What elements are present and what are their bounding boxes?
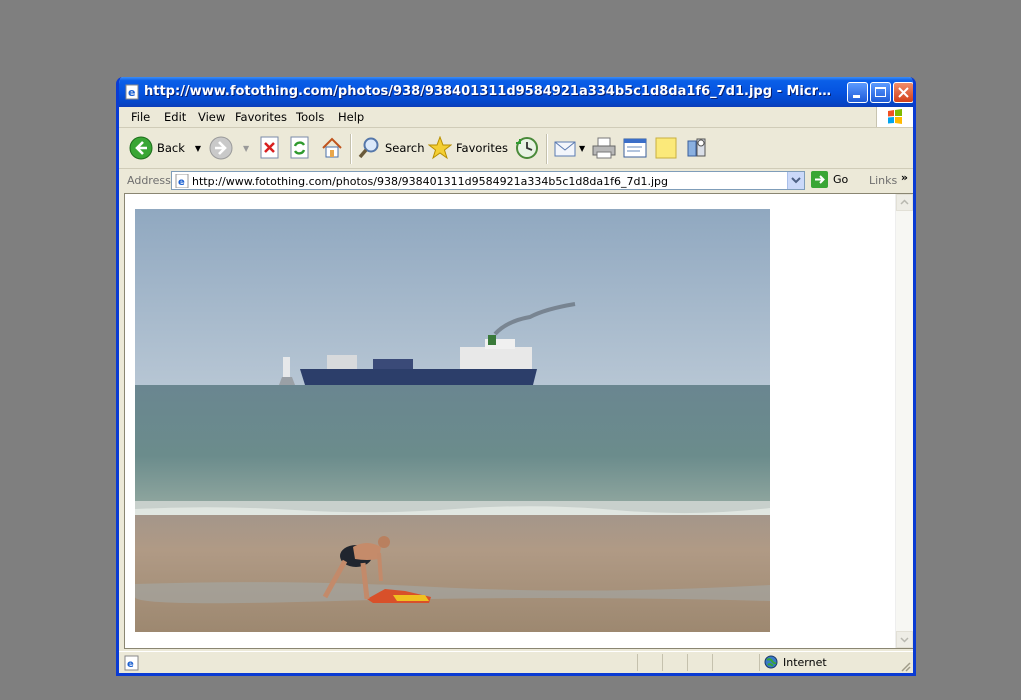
- go-arrow-icon: [811, 171, 828, 188]
- back-button[interactable]: Back ▼: [129, 134, 201, 162]
- menu-favorites[interactable]: Favorites: [235, 110, 287, 124]
- print-icon: [592, 137, 616, 159]
- page-content: [124, 193, 913, 649]
- close-button[interactable]: [893, 82, 913, 103]
- windows-logo-icon: [876, 107, 913, 127]
- favorites-button[interactable]: Favorites: [428, 134, 508, 162]
- page-icon: e: [175, 174, 189, 188]
- home-icon: [322, 137, 342, 158]
- search-icon: [358, 137, 379, 159]
- menu-view[interactable]: View: [198, 110, 225, 124]
- forward-button[interactable]: ▼: [209, 134, 249, 162]
- back-label: Back: [157, 141, 185, 155]
- history-icon: [516, 137, 538, 159]
- menu-help[interactable]: Help: [338, 110, 364, 124]
- mail-button[interactable]: ▼: [553, 134, 585, 162]
- standard-toolbar: Back ▼ ▼ Search Favorites ▼: [119, 128, 913, 169]
- forward-dropdown-icon[interactable]: ▼: [243, 144, 249, 153]
- svg-text:e: e: [128, 86, 135, 99]
- more-chevron-icon[interactable]: »: [901, 171, 908, 184]
- edit-page-icon: [623, 138, 647, 158]
- status-panel: [687, 654, 688, 671]
- note-icon: [655, 137, 677, 159]
- menu-edit[interactable]: Edit: [164, 110, 186, 124]
- menu-bar: File Edit View Favorites Tools Help: [119, 107, 913, 128]
- chevron-down-icon: [900, 637, 909, 643]
- toolbar-separator: [546, 134, 548, 164]
- stop-icon: [260, 136, 279, 159]
- address-bar: Address e http://www.fotothing.com/photo…: [119, 169, 913, 191]
- forward-arrow-icon: [209, 136, 233, 160]
- research-icon: [687, 138, 706, 157]
- zone-label: Internet: [783, 655, 827, 669]
- status-panel: [759, 654, 760, 671]
- search-button[interactable]: Search: [357, 134, 425, 162]
- back-dropdown-icon[interactable]: ▼: [195, 144, 201, 153]
- refresh-button[interactable]: [289, 134, 311, 162]
- address-url[interactable]: http://www.fotothing.com/photos/938/9384…: [192, 175, 668, 188]
- title-bar[interactable]: e http://www.fotothing.com/photos/938/93…: [119, 77, 913, 107]
- favorites-star-icon: [428, 136, 452, 160]
- page-status-icon: e: [124, 655, 139, 671]
- globe-icon: [764, 655, 778, 669]
- links-toolbar[interactable]: Links: [869, 174, 897, 187]
- research-button[interactable]: [685, 134, 711, 162]
- toolbar-separator: [350, 134, 352, 164]
- refresh-icon: [290, 136, 309, 159]
- mail-dropdown-icon[interactable]: ▼: [579, 144, 585, 153]
- browser-window: e http://www.fotothing.com/photos/938/93…: [116, 77, 916, 676]
- chevron-down-icon: [791, 177, 801, 184]
- scroll-up-button[interactable]: [896, 194, 913, 211]
- address-label: Address: [127, 174, 171, 187]
- go-label: Go: [833, 173, 849, 186]
- chevron-up-icon: [900, 199, 909, 205]
- beach-photo: [135, 209, 770, 632]
- print-button[interactable]: [591, 134, 617, 162]
- stop-button[interactable]: [259, 134, 281, 162]
- status-bar: e Internet: [119, 651, 913, 673]
- ie-page-icon: e: [125, 84, 139, 100]
- status-panel: [662, 654, 663, 671]
- back-arrow-icon: [129, 136, 153, 160]
- resize-grip-icon[interactable]: [899, 660, 911, 672]
- status-panel: [637, 654, 638, 671]
- favorites-label: Favorites: [456, 141, 508, 155]
- status-panel: [712, 654, 713, 671]
- discuss-button[interactable]: [654, 134, 678, 162]
- home-button[interactable]: [320, 134, 344, 162]
- svg-text:e: e: [127, 659, 134, 670]
- maximize-button[interactable]: [870, 82, 891, 103]
- search-label: Search: [385, 141, 425, 155]
- history-button[interactable]: [514, 134, 540, 162]
- minimize-button[interactable]: [847, 82, 868, 103]
- edit-button[interactable]: [622, 134, 648, 162]
- svg-text:e: e: [178, 177, 185, 188]
- menu-file[interactable]: File: [131, 110, 150, 124]
- go-button[interactable]: Go: [811, 171, 848, 188]
- address-dropdown-button[interactable]: [787, 172, 804, 189]
- vertical-scrollbar[interactable]: [895, 194, 913, 648]
- security-zone[interactable]: Internet: [764, 655, 827, 669]
- address-input[interactable]: e http://www.fotothing.com/photos/938/93…: [171, 171, 805, 190]
- mail-icon: [554, 141, 576, 157]
- scroll-down-button[interactable]: [896, 631, 913, 648]
- menu-tools[interactable]: Tools: [296, 110, 324, 124]
- window-title: http://www.fotothing.com/photos/938/9384…: [144, 84, 839, 99]
